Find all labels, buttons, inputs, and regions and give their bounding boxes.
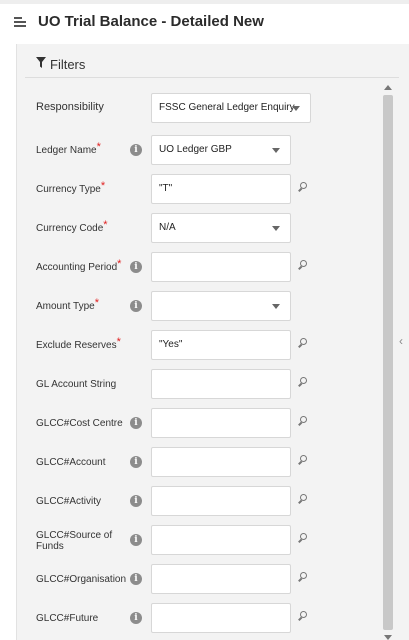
gl-account-string-label: GL Account String (36, 379, 117, 390)
search-icon[interactable] (298, 416, 308, 426)
glcc-account-row: GLCC#Account i (17, 447, 377, 479)
exclude-reserves-row: Exclude Reserves* "Yes" (17, 330, 377, 362)
ledger-name-value: UO Ledger GBP (159, 144, 232, 155)
currency-code-row: Currency Code* N/A (17, 213, 377, 245)
gl-account-string-input[interactable] (151, 369, 291, 399)
glcc-cost-centre-row: GLCC#Cost Centre i (17, 408, 377, 440)
glcc-cost-centre-label: GLCC#Cost Centre (36, 418, 123, 429)
currency-type-row: Currency Type* "T" (17, 174, 377, 206)
info-icon[interactable]: i (130, 534, 142, 546)
search-icon[interactable] (298, 338, 308, 348)
search-icon[interactable] (298, 572, 308, 582)
chevron-down-icon (292, 106, 300, 111)
glcc-activity-label: GLCC#Activity (36, 496, 102, 507)
responsibility-select[interactable]: FSSC General Ledger Enquiry (151, 93, 311, 123)
currency-code-select[interactable]: N/A (151, 213, 291, 243)
info-icon[interactable]: i (130, 456, 142, 468)
currency-type-input[interactable]: "T" (151, 174, 291, 204)
responsibility-label: Responsibility (36, 101, 104, 113)
exclude-reserves-input[interactable]: "Yes" (151, 330, 291, 360)
glcc-cost-centre-input[interactable] (151, 408, 291, 438)
glcc-future-input[interactable] (151, 603, 291, 633)
filter-icon (36, 57, 46, 68)
gl-account-string-row: GL Account String (17, 369, 377, 401)
glcc-future-label: GLCC#Future (36, 613, 99, 624)
chevron-down-icon (272, 304, 280, 309)
glcc-activity-row: GLCC#Activity i (17, 486, 377, 518)
info-icon[interactable]: i (130, 300, 142, 312)
scrollbar[interactable] (383, 85, 393, 640)
amount-type-label: Amount Type* (36, 297, 100, 313)
info-icon[interactable]: i (130, 261, 142, 273)
search-icon[interactable] (298, 611, 308, 621)
ledger-name-select[interactable]: UO Ledger GBP (151, 135, 291, 165)
chevron-left-icon[interactable]: ‹ (399, 334, 403, 348)
search-icon[interactable] (298, 533, 308, 543)
currency-code-label: Currency Code* (36, 219, 108, 235)
glcc-account-label: GLCC#Account (36, 457, 106, 468)
glcc-organisation-label: GLCC#Organisation (36, 574, 127, 585)
glcc-activity-input[interactable] (151, 486, 291, 516)
menu-icon[interactable] (14, 17, 26, 28)
search-icon[interactable] (298, 377, 308, 387)
scroll-up-icon[interactable] (384, 85, 392, 90)
search-icon[interactable] (298, 494, 308, 504)
glcc-future-row: GLCC#Future i (17, 603, 377, 635)
filters-label: Filters (50, 57, 86, 72)
responsibility-row: Responsibility FSSC General Ledger Enqui… (17, 93, 377, 125)
info-icon[interactable]: i (130, 417, 142, 429)
info-icon[interactable]: i (130, 144, 142, 156)
glcc-source-of-funds-label: GLCC#Source of Funds (36, 530, 113, 552)
ledger-name-row: Ledger Name* i UO Ledger GBP (17, 135, 377, 167)
glcc-source-of-funds-row: GLCC#Source of Funds i (17, 525, 377, 557)
exclude-reserves-label: Exclude Reserves* (36, 336, 121, 352)
info-icon[interactable]: i (130, 573, 142, 585)
page-title: UO Trial Balance - Detailed New (38, 13, 264, 30)
scroll-down-icon[interactable] (384, 635, 392, 640)
glcc-source-of-funds-input[interactable] (151, 525, 291, 555)
responsibility-value: FSSC General Ledger Enquiry (159, 102, 295, 113)
glcc-organisation-row: GLCC#Organisation i (17, 564, 377, 596)
accounting-period-input[interactable] (151, 252, 291, 282)
glcc-account-input[interactable] (151, 447, 291, 477)
info-icon[interactable]: i (130, 495, 142, 507)
search-icon[interactable] (298, 260, 308, 270)
page-header: UO Trial Balance - Detailed New (0, 4, 409, 42)
amount-type-row: Amount Type* i (17, 291, 377, 323)
accounting-period-label: Accounting Period* (36, 258, 122, 274)
ledger-name-label: Ledger Name* (36, 141, 101, 157)
chevron-down-icon (272, 148, 280, 153)
filters-panel: Filters Responsibility FSSC General Ledg… (16, 44, 409, 640)
amount-type-select[interactable] (151, 291, 291, 321)
currency-code-value: N/A (159, 222, 176, 233)
chevron-down-icon (272, 226, 280, 231)
currency-type-label: Currency Type* (36, 180, 106, 196)
search-icon[interactable] (298, 455, 308, 465)
scrollbar-thumb[interactable] (383, 95, 393, 630)
accounting-period-row: Accounting Period* i (17, 252, 377, 284)
search-icon[interactable] (298, 182, 308, 192)
filters-header[interactable]: Filters (25, 50, 399, 78)
info-icon[interactable]: i (130, 612, 142, 624)
glcc-organisation-input[interactable] (151, 564, 291, 594)
